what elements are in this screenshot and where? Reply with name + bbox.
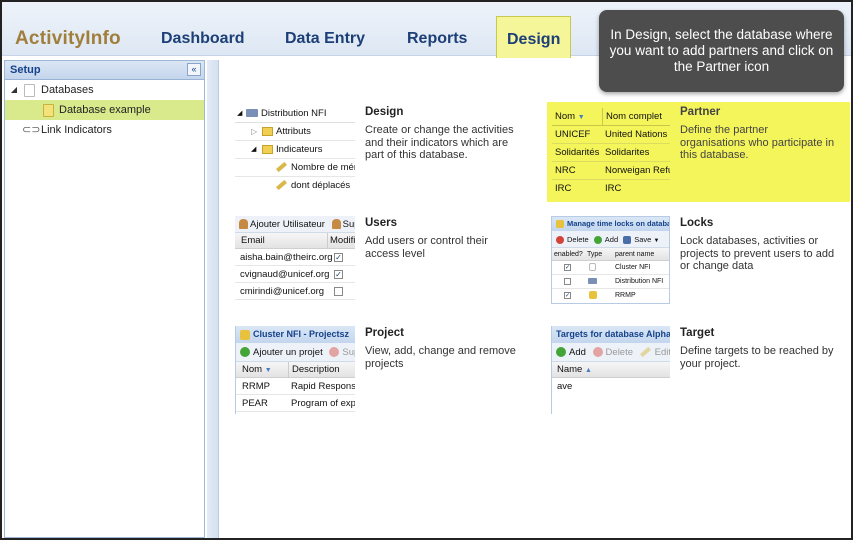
nav-tab-dashboard[interactable]: Dashboard xyxy=(161,30,245,48)
add-icon xyxy=(593,236,602,245)
table-row: PEAR Program of expan xyxy=(236,395,355,412)
table-row: Solidarités Solidarites xyxy=(552,144,670,162)
tree-node: ▷ Attributs xyxy=(235,123,355,141)
app-window: ActivityInfo Dashboard Data Entry Report… xyxy=(0,0,853,540)
tree-node: dont déplacés xyxy=(235,177,355,193)
expand-triangle-icon[interactable]: ◢ xyxy=(9,80,19,100)
panel-title-design[interactable]: Design xyxy=(365,106,403,118)
tree-node: ◢ Indicateurs xyxy=(235,141,355,159)
checkbox[interactable] xyxy=(564,277,571,285)
panel-desc-users: Add users or control their access level xyxy=(365,235,488,260)
panel-desc-target: Define targets to be reached by your pro… xyxy=(680,345,834,370)
ruler-icon xyxy=(276,180,287,191)
delete-icon xyxy=(329,347,340,358)
sort-arrow-icon: ▼ xyxy=(264,367,272,374)
checkbox[interactable]: ✓ xyxy=(334,269,343,279)
checkbox[interactable]: ✓ xyxy=(564,291,571,299)
table-row: RRMP Rapid Response t xyxy=(236,378,355,395)
app-logo[interactable]: ActivityInfo xyxy=(15,28,121,50)
sidebar-item-label: Databases xyxy=(41,84,94,96)
dropdown-arrow-icon: ▼ xyxy=(653,238,660,244)
sidebar-item-databases[interactable]: ◢ Databases xyxy=(5,80,204,100)
panel-desc-design: Create or change the activities and thei… xyxy=(365,124,514,161)
panel-title-target[interactable]: Target xyxy=(680,327,714,339)
database-icon xyxy=(24,84,35,97)
setup-sidebar: Setup « ◢ Databases Database example ⊂⊃ … xyxy=(4,60,205,538)
project-icon xyxy=(589,291,597,300)
tree-node: ◢ Distribution NFI xyxy=(235,105,355,123)
edit-icon xyxy=(639,347,651,358)
table-row: cvignaud@unicef.org ✓ xyxy=(235,266,355,283)
panel-splitter[interactable] xyxy=(207,60,219,538)
sort-arrow-icon: ▼ xyxy=(577,114,585,121)
sidebar-item-label: Database example xyxy=(59,104,151,116)
table-row: NRC Norweigan Refug xyxy=(552,162,670,180)
link-icon: ⊂⊃ xyxy=(22,124,41,136)
nav-tab-design[interactable]: Design xyxy=(496,16,572,58)
delete-icon xyxy=(592,347,603,358)
folder-icon xyxy=(262,144,273,154)
table-row: ✓ RRMP xyxy=(564,291,636,300)
checkbox[interactable]: ✓ xyxy=(564,263,571,271)
ruler-icon xyxy=(276,162,287,173)
truck-icon xyxy=(246,109,258,118)
project-thumbnail[interactable]: Cluster NFI - Projectsz Ajouter un proje… xyxy=(235,326,355,414)
truck-icon xyxy=(588,278,597,285)
add-user-icon xyxy=(239,219,248,230)
panel-desc-project: View, add, change and remove projects xyxy=(365,345,516,370)
sort-arrow-icon: ▲ xyxy=(584,367,592,374)
design-thumbnail[interactable]: ◢ Distribution NFI ▷ Attributs ◢ Indicat… xyxy=(235,105,355,193)
panel-title-locks[interactable]: Locks xyxy=(680,217,713,229)
callout-text: In Design, select the database where you… xyxy=(609,27,834,74)
checkbox[interactable] xyxy=(334,286,343,296)
checkbox[interactable]: ✓ xyxy=(334,252,343,262)
nav-tab-data-entry[interactable]: Data Entry xyxy=(285,30,365,48)
locks-thumbnail[interactable]: Manage time locks on databases, Delete A… xyxy=(551,216,670,304)
panel-title-project[interactable]: Project xyxy=(365,327,404,339)
table-row: IRC IRC xyxy=(555,183,622,194)
delete-icon xyxy=(556,236,564,245)
folder-icon xyxy=(262,126,273,136)
table-row: UNICEF United Nations Ch xyxy=(552,126,670,144)
save-icon xyxy=(623,236,632,245)
panel-title-partner[interactable]: Partner xyxy=(680,106,720,118)
panel-desc-locks: Lock databases, activities or projects t… xyxy=(680,235,835,272)
remove-user-icon xyxy=(331,219,341,230)
sidebar-header: Setup « xyxy=(5,61,204,80)
table-row: ave xyxy=(557,381,573,392)
users-thumbnail[interactable]: Ajouter Utilisateur Supp Email Modifie a… xyxy=(235,216,355,304)
tree-node: Nombre de mén xyxy=(235,159,355,177)
lock-icon xyxy=(556,220,564,229)
table-row: cmirindi@unicef.org xyxy=(235,283,355,300)
sidebar-item-link-indicators[interactable]: ⊂⊃ Link Indicators xyxy=(5,120,204,140)
table-row: Distribution NFI xyxy=(552,275,669,289)
table-row: aisha.bain@theirc.org ✓ xyxy=(235,249,355,266)
database-icon xyxy=(43,104,54,117)
sidebar-item-database-example[interactable]: Database example xyxy=(5,100,204,120)
add-icon xyxy=(240,347,250,358)
sidebar-item-label: Link Indicators xyxy=(41,124,112,136)
instruction-callout: In Design, select the database where you… xyxy=(599,10,844,92)
database-icon xyxy=(589,263,596,272)
panel-desc-partner: Define the partner organisations who par… xyxy=(680,124,835,161)
add-icon xyxy=(556,347,566,358)
target-thumbnail[interactable]: Targets for database Alpha Add Delete Ed… xyxy=(551,326,670,414)
partner-thumbnail[interactable]: Nom ▼ Nom complet UNICEF United Nations … xyxy=(552,108,670,196)
sidebar-title: Setup xyxy=(10,64,41,76)
project-icon xyxy=(240,329,250,340)
panel-title-users[interactable]: Users xyxy=(365,217,397,229)
double-chevron-left-icon[interactable]: « xyxy=(187,63,201,76)
table-row: ✓ Cluster NFI xyxy=(552,261,669,275)
nav-tab-reports[interactable]: Reports xyxy=(407,30,467,48)
